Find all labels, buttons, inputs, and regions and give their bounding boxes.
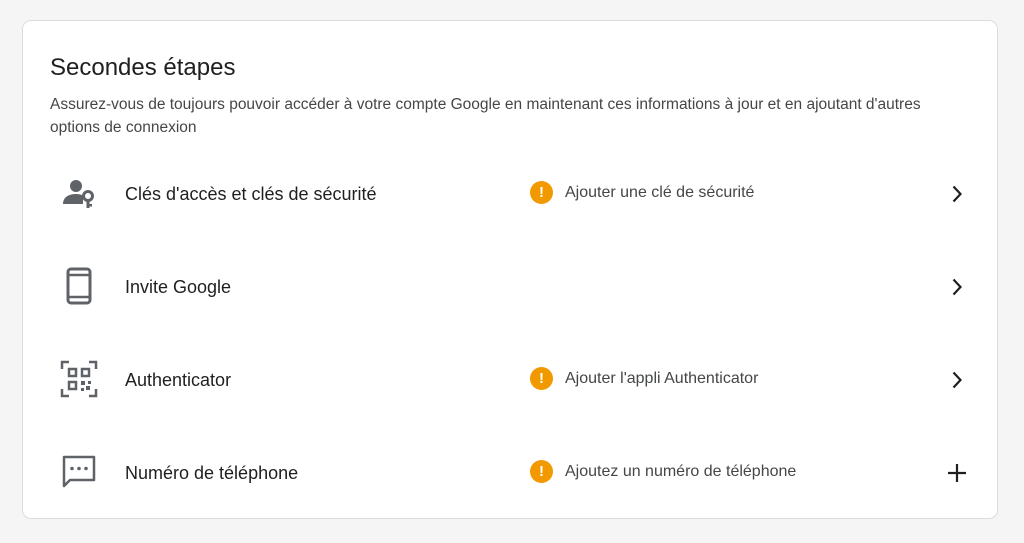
chevron-right-icon[interactable] xyxy=(945,182,969,206)
row-phone-number[interactable]: Numéro de téléphone ! Ajoutez un numéro … xyxy=(23,428,997,520)
sms-icon xyxy=(59,452,99,492)
status-text: Ajoutez un numéro de téléphone xyxy=(565,462,797,480)
warning-icon: ! xyxy=(530,367,553,390)
warning-icon: ! xyxy=(530,181,553,204)
plus-icon[interactable] xyxy=(945,461,969,485)
status-text: Ajouter l'appli Authenticator xyxy=(565,369,759,387)
warning-icon: ! xyxy=(530,460,553,483)
row-label: Authenticator xyxy=(125,370,232,390)
row-status: ! Ajouter une clé de sécurité xyxy=(530,181,754,204)
row-label: Invite Google xyxy=(125,277,232,297)
chevron-right-icon[interactable] xyxy=(945,368,969,392)
status-text: Ajouter une clé de sécurité xyxy=(565,183,755,201)
second-steps-card: Secondes étapes Assurez-vous de toujours… xyxy=(22,20,998,519)
row-label: Numéro de téléphone xyxy=(125,463,299,483)
row-label: Clés d'accès et clés de sécurité xyxy=(125,184,377,204)
row-status: ! Ajouter l'appli Authenticator xyxy=(530,367,758,390)
section-description: Assurez-vous de toujours pouvoir accéder… xyxy=(50,96,921,136)
chevron-right-icon[interactable] xyxy=(945,275,969,299)
qr-code-icon xyxy=(59,359,99,399)
section-title: Secondes étapes xyxy=(50,54,236,81)
person-key-icon xyxy=(59,173,99,213)
row-google-prompt[interactable]: Invite Google xyxy=(23,242,997,334)
row-passkeys[interactable]: Clés d'accès et clés de sécurité ! Ajout… xyxy=(23,149,997,241)
phone-icon xyxy=(59,266,99,306)
row-status: ! Ajoutez un numéro de téléphone xyxy=(530,460,796,483)
row-authenticator[interactable]: Authenticator ! Ajouter l'appli Authenti… xyxy=(23,335,997,427)
